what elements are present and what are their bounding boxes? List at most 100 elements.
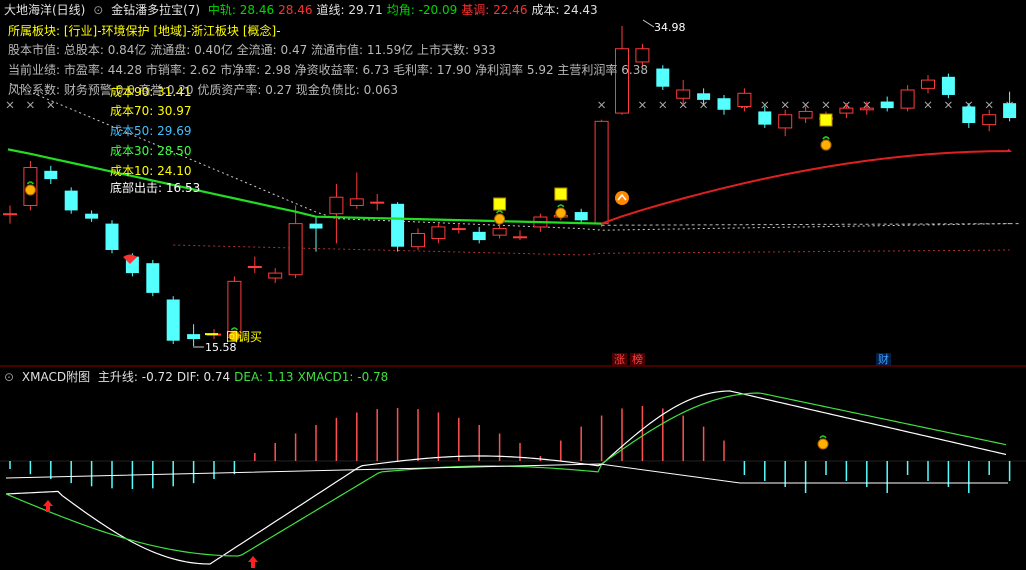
sub-panel-title[interactable]: XMACD附图	[22, 370, 90, 384]
candle[interactable]	[880, 96, 894, 112]
signal-square	[493, 197, 507, 211]
candle[interactable]	[982, 109, 997, 132]
dif-line	[5, 390, 1007, 565]
capital-line: 股本市值: 总股本: 0.84亿 流通盘: 0.40亿 全流通: 0.47 流通…	[8, 43, 496, 57]
candle[interactable]	[1003, 91, 1017, 122]
sector-line: 所属板块: [行业]-环境保护 [地域]-浙江板块 [概念]-	[8, 24, 281, 38]
candle[interactable]	[574, 208, 588, 224]
candle-body	[268, 272, 283, 279]
header-value-5: 成本: 24.43	[531, 3, 598, 17]
candle[interactable]	[105, 220, 119, 254]
candle-body	[492, 228, 507, 236]
candle[interactable]	[370, 193, 385, 211]
candle[interactable]	[64, 187, 78, 214]
candle-body	[921, 79, 935, 89]
candle[interactable]	[431, 223, 446, 244]
candle[interactable]	[146, 259, 160, 297]
candle-body	[880, 101, 894, 109]
candle[interactable]	[859, 101, 874, 115]
candle-body	[309, 223, 323, 229]
candle[interactable]	[349, 172, 364, 209]
candle-body	[859, 107, 874, 111]
candle[interactable]	[329, 184, 344, 244]
white-dash-tail	[601, 223, 1021, 226]
candle-body	[737, 92, 752, 107]
settings-icon[interactable]: ⊙	[93, 3, 103, 17]
coin-leaf	[496, 210, 504, 214]
candle-body	[44, 170, 58, 180]
finance-badge[interactable]: 财	[876, 353, 891, 366]
candle-body	[941, 76, 955, 95]
candle[interactable]	[900, 85, 915, 112]
candle[interactable]	[85, 210, 99, 222]
candle[interactable]	[247, 256, 262, 274]
stock-name[interactable]: 大地海洋(日线)	[4, 3, 85, 17]
candle[interactable]	[187, 324, 201, 346]
candle[interactable]	[594, 119, 609, 227]
candle[interactable]	[309, 217, 323, 252]
candle[interactable]	[44, 165, 58, 185]
candle-body	[615, 48, 629, 114]
candle[interactable]	[656, 65, 670, 90]
cross-mark	[945, 101, 952, 109]
candle[interactable]	[3, 205, 17, 224]
candle-body	[717, 98, 731, 110]
candle[interactable]	[288, 205, 303, 279]
candle[interactable]	[697, 88, 711, 105]
candle-body	[697, 93, 711, 100]
candle[interactable]	[839, 103, 854, 119]
candle[interactable]	[921, 75, 935, 94]
signal-square	[819, 113, 833, 127]
candle-body	[900, 89, 915, 109]
sub-value-0: 主升线: -0.72	[97, 370, 173, 384]
gold-coin-icon	[24, 184, 36, 196]
risk-line: 风险系数: 财务预警:0.0 商誉:0.20 优质资产率: 0.27 现金负债比…	[8, 83, 398, 97]
candle-body	[370, 201, 385, 204]
limit-up-badge[interactable]: 涨	[612, 353, 627, 366]
candle-body	[146, 263, 160, 293]
gold-coin-icon	[820, 139, 832, 151]
candle[interactable]	[451, 223, 466, 234]
sub-settings-icon[interactable]: ⊙	[4, 370, 14, 384]
main-rise-line	[5, 463, 1008, 484]
candle[interactable]	[391, 202, 405, 252]
candle[interactable]	[778, 109, 793, 137]
candle-body	[247, 265, 262, 268]
candle-body	[574, 212, 588, 221]
breakout-icon	[615, 191, 629, 205]
candle[interactable]	[717, 94, 731, 115]
bottom-out-label: 底部出击: 16.53	[110, 181, 201, 195]
cost-label-3: 成本30: 28.50	[110, 144, 192, 158]
candle[interactable]	[962, 103, 976, 128]
candle-body	[676, 89, 691, 99]
candle-body	[329, 196, 344, 215]
cross-mark	[822, 101, 830, 109]
buy-arrow-icon	[248, 556, 258, 568]
sub-value-3: XMACD1: -0.78	[297, 370, 389, 384]
candle[interactable]	[166, 296, 180, 345]
cost-label-0: 成本90: 31.41	[110, 85, 192, 99]
green-trend-line	[7, 148, 602, 225]
candle[interactable]	[513, 230, 527, 241]
candle[interactable]	[676, 80, 691, 105]
xmacd-panel[interactable]	[5, 390, 1011, 568]
candle[interactable]	[798, 106, 813, 123]
high-price-label: 34.98	[654, 21, 686, 34]
rank-badge[interactable]: 榜	[630, 353, 645, 366]
candle-body	[513, 236, 527, 239]
header-value-4: 基调: 22.46	[461, 3, 528, 17]
candle[interactable]	[268, 268, 283, 283]
candle-body	[64, 190, 78, 211]
candle-body	[187, 334, 201, 340]
candle[interactable]	[941, 73, 955, 99]
coin-leaf	[819, 435, 827, 439]
candle[interactable]	[411, 228, 425, 250]
candle[interactable]	[472, 226, 486, 244]
cross-mark	[781, 101, 789, 109]
red-trend-line	[601, 148, 1012, 225]
header-values: 中轨: 28.46 28.46 道线: 29.71 均角: -20.09 基调: 22.…	[208, 3, 602, 17]
candle[interactable]	[758, 106, 772, 128]
header-value-3: 均角: -20.09	[386, 3, 458, 17]
candle[interactable]	[737, 88, 752, 112]
indicator-name[interactable]: 金钻潘多拉宝(7)	[111, 3, 200, 17]
